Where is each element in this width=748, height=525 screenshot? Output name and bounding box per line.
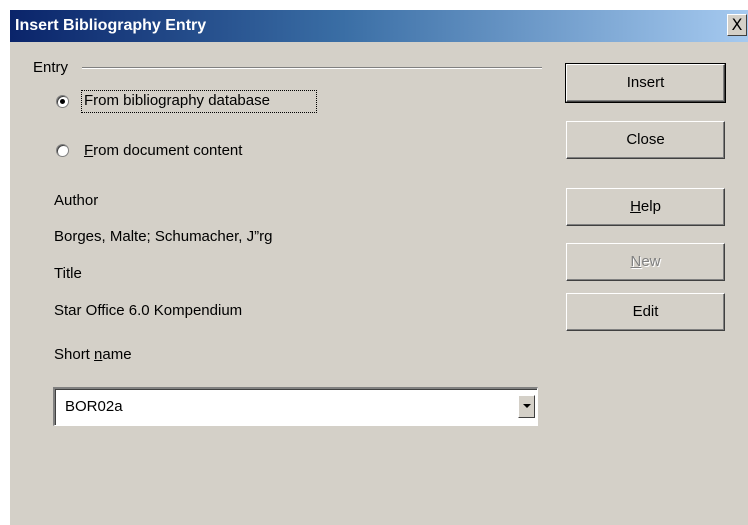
author-value: Borges, Malte; Schumacher, J”rg [54, 228, 273, 245]
radio-from-document[interactable] [56, 144, 69, 157]
insert-button[interactable]: Insert [565, 63, 726, 103]
radio-selected-dot [60, 99, 65, 104]
short-name-label: Short name [54, 345, 132, 365]
chevron-down-icon [523, 404, 531, 408]
entry-group-label: Entry [33, 59, 69, 76]
title-bar[interactable]: Insert Bibliography Entry X [10, 10, 748, 42]
short-name-label-start: Short [54, 346, 95, 363]
radio-from-database-label[interactable]: From bibliography database [84, 91, 270, 111]
short-name-combobox[interactable]: BOR02a [53, 387, 538, 426]
edit-button[interactable]: Edit [566, 293, 725, 331]
radio-from-document-label-rest: rom document content [93, 142, 243, 159]
new-label-rest: ew [641, 253, 661, 270]
close-icon: X [731, 15, 743, 34]
short-name-dropdown-button[interactable] [518, 395, 535, 418]
entry-group-divider [82, 67, 542, 69]
author-label: Author [54, 192, 99, 209]
short-name-value: BOR02a [65, 398, 123, 415]
title-label: Title [54, 265, 82, 282]
new-button: New [566, 243, 725, 281]
dialog-title: Insert Bibliography Entry [15, 17, 207, 34]
radio-from-document-label[interactable]: From document content [84, 141, 242, 161]
help-label-rest: elp [640, 198, 661, 215]
close-window-button[interactable]: X [727, 14, 747, 36]
help-button[interactable]: Help [566, 188, 725, 226]
close-button[interactable]: Close [566, 121, 725, 159]
radio-from-database[interactable] [56, 95, 69, 108]
insert-bibliography-dialog: Insert Bibliography Entry X Entry From b… [9, 9, 748, 525]
short-name-label-end: ame [102, 346, 132, 363]
accelerator-new: N [630, 253, 642, 270]
accelerator-h: H [630, 198, 641, 215]
accelerator-f: F [84, 142, 94, 159]
title-value: Star Office 6.0 Kompendium [54, 302, 243, 319]
